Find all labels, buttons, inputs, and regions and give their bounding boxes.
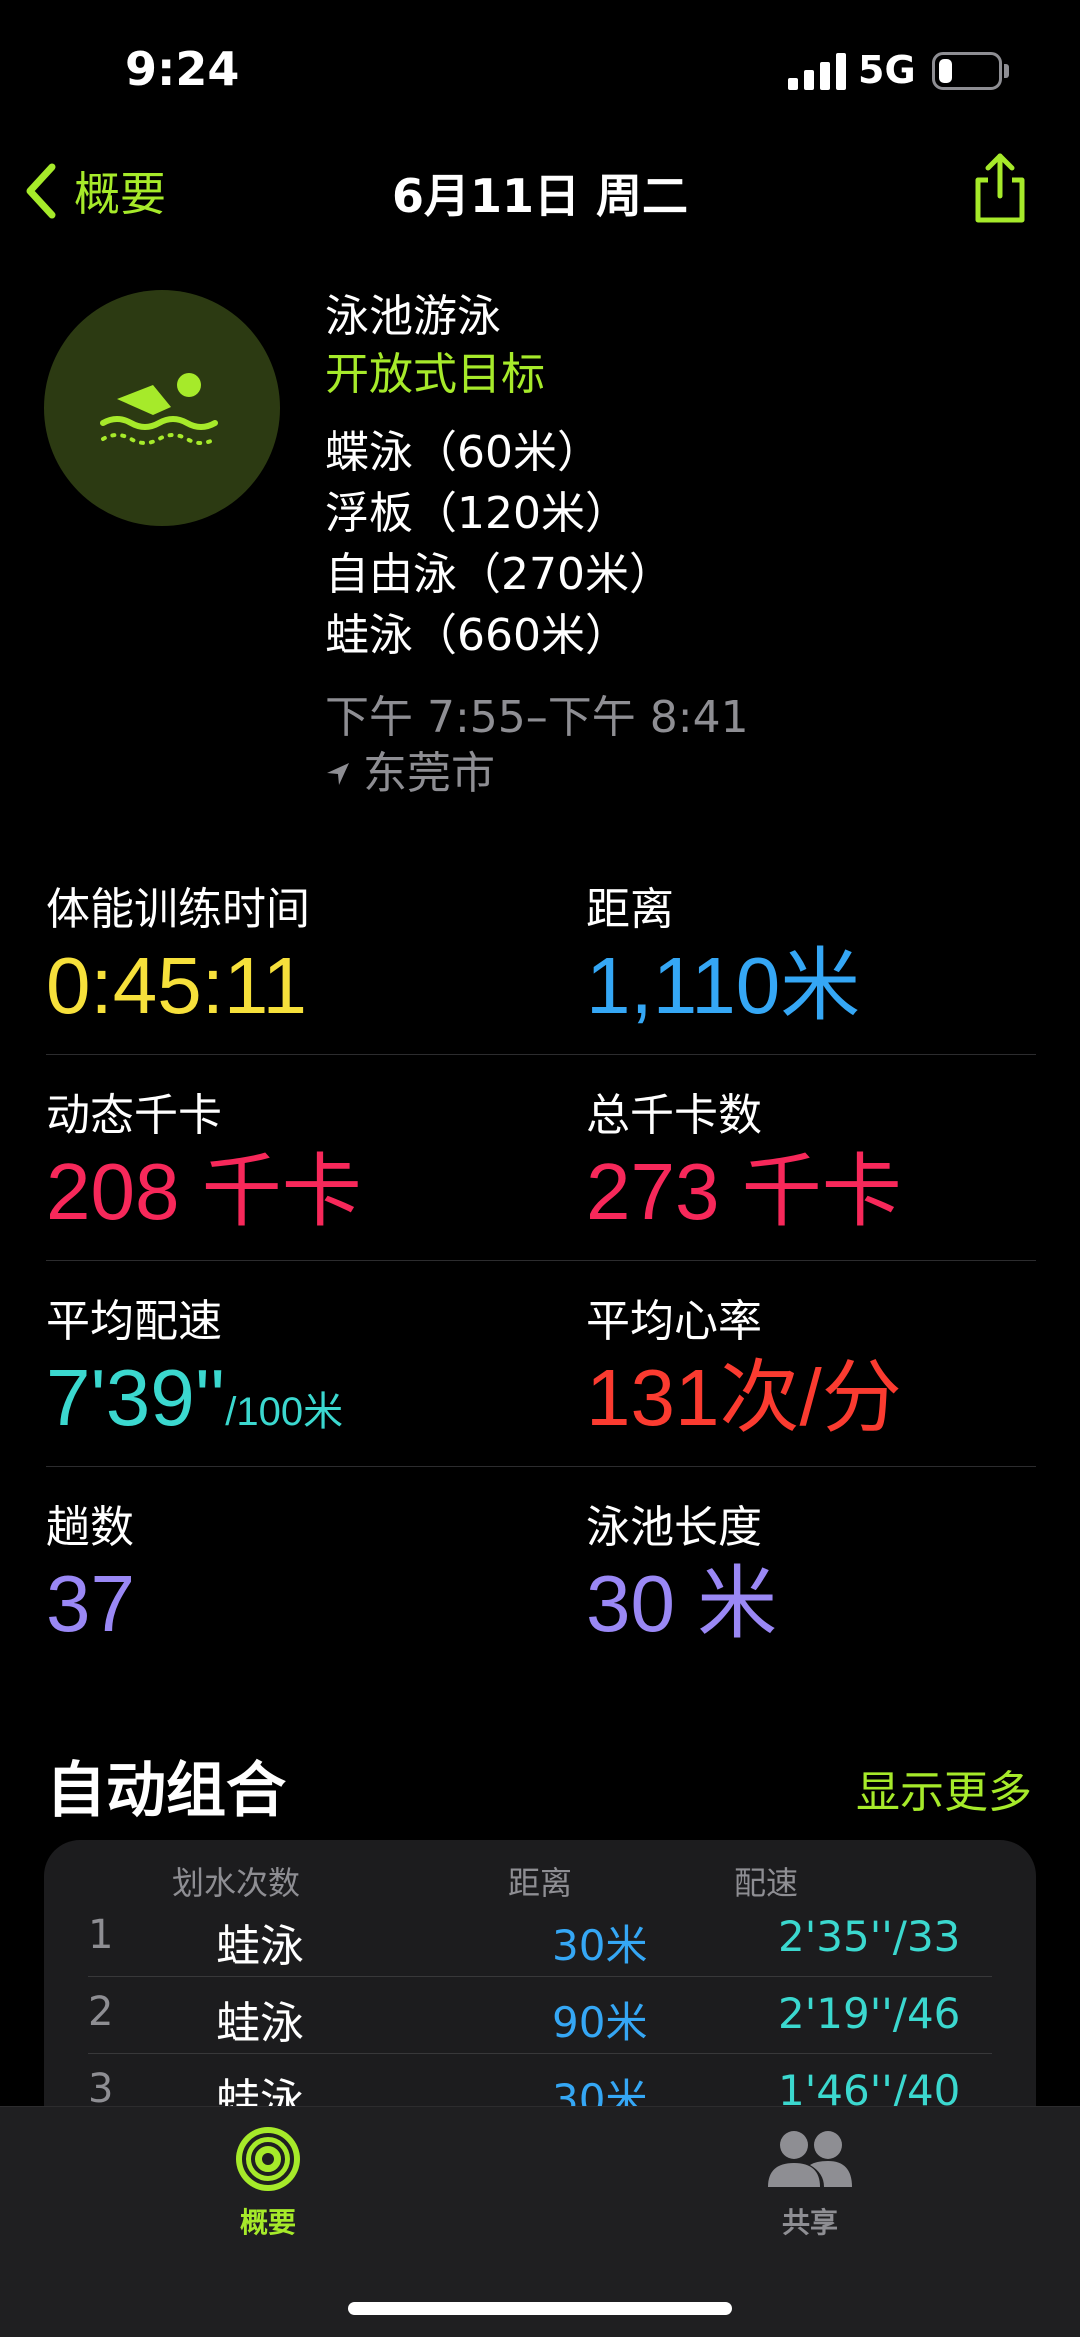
stroke-item: 蝶泳（60米） [325,427,601,478]
home-indicator[interactable] [348,2302,732,2315]
metric-value: 7'39''/100米 [46,1353,344,1442]
row-stroke: 蛙泳 [216,1921,304,1972]
metric-laps: 趟数 37 [46,1500,135,1652]
row-pace: 2'35''/33 [778,1912,961,1961]
metric-label: 距离 [586,884,674,935]
location-arrow-icon [327,763,349,785]
metric-active-kcal: 动态千卡 208 千卡 [46,1088,362,1240]
metric-avg-heart-rate: 平均心率 131次/分 [586,1294,902,1446]
workout-detail-screen: 9:24 5G 概要 6月11日 周二 泳池游泳 开放式目标 蝶泳（60米） 浮… [0,0,1080,2337]
page-title: 6月11日 周二 [391,169,689,223]
column-header-strokes: 划水次数 [172,1864,301,1902]
stroke-item: 蛙泳（660米） [325,610,629,661]
metric-workout-time: 体能训练时间 0:45:11 [46,882,310,1034]
battery-icon [932,52,1002,90]
metric-value: 208 千卡 [46,1147,362,1236]
workout-info: 泳池游泳 开放式目标 蝶泳（60米） 浮板（120米） 自由泳（270米） 蛙泳… [325,288,749,802]
location-name: 东莞市 [363,748,495,799]
metric-value: 1,110米 [586,941,861,1030]
metric-value: 273 千卡 [586,1147,902,1236]
swimmer-icon [100,373,218,445]
row-number: 1 [88,1912,114,1958]
battery-level [939,59,952,83]
row-number: 2 [88,1989,114,2035]
metric-label: 总千卡数 [586,1090,762,1141]
row-distance: 30米 [552,1921,648,1970]
metric-label: 平均配速 [46,1296,222,1347]
table-row: 2 蛙泳 90米 2'19''/46 [88,1977,992,2054]
metric-label: 趟数 [46,1502,134,1553]
stroke-item: 自由泳（270米） [325,549,673,600]
metric-value: 37 [46,1559,135,1648]
people-icon [768,2131,852,2187]
show-more-link[interactable]: 显示更多 [856,1756,1032,1820]
divider [46,1260,1036,1261]
metric-value: 0:45:11 [46,941,307,1030]
metric-value: 131次/分 [586,1353,902,1442]
metric-distance: 距离 1,110米 [586,882,860,1034]
metric-label: 平均心率 [586,1296,762,1347]
tab-summary[interactable]: 概要 [168,2125,368,2241]
metric-avg-pace: 平均配速 7'39''/100米 [46,1294,343,1460]
signal-icon [788,52,846,90]
tab-sharing[interactable]: 共享 [710,2125,910,2241]
network-type: 5G [858,48,916,92]
metric-value: 30 米 [586,1559,778,1648]
workout-type-badge [44,290,280,526]
table-row: 1 蛙泳 30米 2'35''/33 [88,1900,992,1977]
stroke-item: 浮板（120米） [325,488,629,539]
workout-goal: 开放式目标 [325,349,545,400]
row-pace: 2'19''/46 [778,1989,961,2038]
section-title: 自动组合 [46,1756,286,1826]
divider [46,1054,1036,1055]
metric-label: 动态千卡 [46,1090,222,1141]
status-time: 9:24 [125,42,240,96]
tab-label: 共享 [781,2206,838,2239]
activity-rings-icon [236,2127,300,2191]
column-header-pace: 配速 [734,1864,799,1902]
tab-label: 概要 [239,2206,296,2239]
stroke-list: 蝶泳（60米） 浮板（120米） 自由泳（270米） 蛙泳（660米） [325,422,749,666]
workout-name: 泳池游泳 [325,291,501,342]
status-bar: 9:24 5G [0,0,1080,140]
metric-total-kcal: 总千卡数 273 千卡 [586,1088,902,1240]
metric-pool-length: 泳池长度 30 米 [586,1500,777,1652]
metric-label: 泳池长度 [586,1502,762,1553]
location: 东莞市 [325,746,749,802]
column-header-distance: 距离 [508,1864,573,1902]
divider [46,1466,1036,1467]
row-stroke: 蛙泳 [216,1998,304,2049]
share-icon [975,153,1025,223]
share-button[interactable] [970,150,1030,230]
row-distance: 90米 [552,1998,648,2047]
metric-label: 体能训练时间 [46,884,310,935]
time-range: 下午 7:55–下午 8:41 [325,692,749,743]
